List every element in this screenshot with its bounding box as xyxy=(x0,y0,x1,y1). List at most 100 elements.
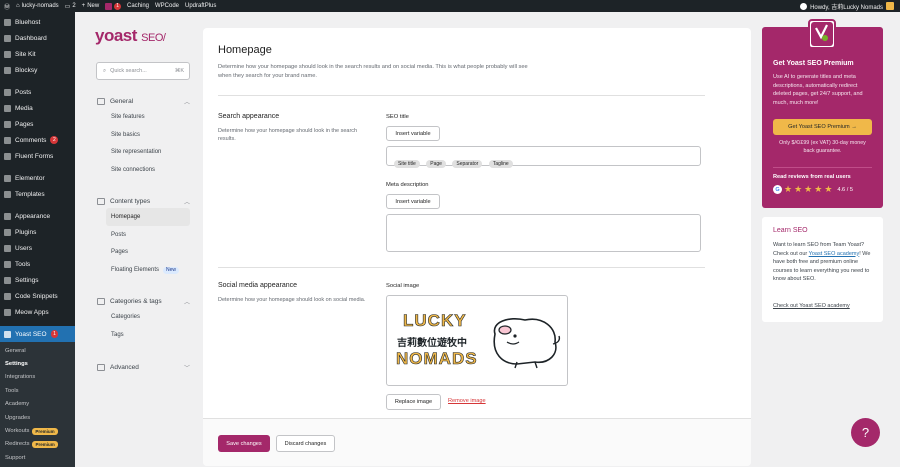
sidebar-item-settings[interactable]: Settings xyxy=(0,272,75,288)
quick-search-input[interactable]: ⌕ Quick search... ⌘K xyxy=(96,62,190,80)
submenu-item-tools[interactable]: Tools xyxy=(0,384,75,397)
sidebar-item-comments[interactable]: Comments 2 xyxy=(0,132,75,148)
chevron-up-icon: ︿ xyxy=(183,299,190,306)
rating-row[interactable]: G ★ ★ ★ ★ ★ 4.6 / 5 xyxy=(773,185,853,194)
divider xyxy=(773,167,872,168)
yoast-adminbar-link[interactable]: 1 xyxy=(105,2,121,10)
nav-item-homepage[interactable]: Homepage xyxy=(106,208,190,226)
sidebar-item-media[interactable]: Media xyxy=(0,100,75,116)
submenu-item-general[interactable]: General xyxy=(0,344,75,357)
nav-item-site-basics[interactable]: Site basics xyxy=(97,126,190,144)
submenu-item-workouts[interactable]: Workouts Premium xyxy=(0,424,75,437)
check-out-academy-link[interactable]: Check out Yoast SEO academy xyxy=(773,303,850,309)
submenu-item-academy[interactable]: Academy xyxy=(0,398,75,411)
learn-seo-text: Want to learn SEO from Team Yoast? Check… xyxy=(773,241,877,284)
sidebar-item-appearance[interactable]: Appearance xyxy=(0,208,75,224)
remove-image-link[interactable]: Remove image xyxy=(448,398,486,404)
nav-item-tags[interactable]: Tags xyxy=(97,326,190,344)
submenu-item-integrations[interactable]: Integrations xyxy=(0,371,75,384)
sidebar-item-pages[interactable]: Pages xyxy=(0,116,75,132)
submenu-item-support[interactable]: Support xyxy=(0,451,75,464)
help-button[interactable]: ? xyxy=(851,418,880,447)
caching-link[interactable]: Caching xyxy=(127,3,149,9)
discard-changes-button[interactable]: Discard changes xyxy=(276,435,335,452)
nav-item-floating-elements[interactable]: Floating Elements New xyxy=(97,261,190,279)
academy-link[interactable]: Yoast SEO academy xyxy=(809,251,860,257)
yoast-settings-nav: yoast SEO/ ⌕ Quick search... ⌘K General ︿… xyxy=(75,12,200,466)
get-premium-button[interactable]: Get Yoast SEO Premium → xyxy=(773,119,872,135)
variable-pill: Site title xyxy=(394,160,420,168)
nav-item-posts[interactable]: Posts xyxy=(97,226,190,244)
nav-group-header[interactable]: Content types ︿ xyxy=(97,194,190,208)
sidebar-item-tools[interactable]: Tools xyxy=(0,256,75,272)
premium-promo-card: Get Yoast SEO Premium Use AI to generate… xyxy=(762,19,883,208)
howdy-text: Howdy, 吉莉Lucky Nomads xyxy=(810,4,883,11)
sidebar-item-label: Site Kit xyxy=(15,50,36,58)
sidebar-item-label: Pages xyxy=(15,120,34,128)
sidebar-item-meow-apps[interactable]: Meow Apps xyxy=(0,304,75,320)
variable-pill: Separator xyxy=(452,160,483,168)
sidebar-item-dashboard[interactable]: Dashboard xyxy=(0,30,75,46)
sidebar-item-elementor[interactable]: Elementor xyxy=(0,170,75,186)
nav-group-general: General ︿ Site features Site basics Site … xyxy=(97,94,190,179)
home-icon: ⌂ xyxy=(16,3,20,9)
updraftplus-link[interactable]: UpdraftPlus xyxy=(185,3,216,9)
sidebar-item-bluehost[interactable]: Bluehost xyxy=(0,14,75,30)
media-icon xyxy=(4,104,11,112)
seo-title-field[interactable]: Site title Page Separator Tagline xyxy=(386,146,701,168)
sidebar-item-plugins[interactable]: Plugins xyxy=(0,224,75,240)
submenu-item-upgrades[interactable]: Upgrades xyxy=(0,411,75,424)
site-name-link[interactable]: ⌂ lucky-nomads xyxy=(16,3,59,9)
yoast-help-icon[interactable] xyxy=(800,2,808,10)
wpcode-link[interactable]: WPCode xyxy=(155,3,179,9)
submenu-item-settings[interactable]: Settings xyxy=(0,357,75,370)
nav-group-title: Content types xyxy=(110,197,151,205)
meta-description-label: Meta description xyxy=(386,182,429,188)
google-icon: G xyxy=(773,185,782,194)
templates-icon xyxy=(4,190,11,198)
comments-link[interactable]: ▭ 2 xyxy=(65,3,76,10)
sidebar-item-posts[interactable]: Posts xyxy=(0,84,75,100)
sidebar-menu: Bluehost Dashboard Site Kit Blocksy Post… xyxy=(0,12,75,467)
wordpress-logo-icon[interactable]: Ⓦ xyxy=(4,2,10,11)
save-changes-button[interactable]: Save changes xyxy=(218,435,270,452)
nav-item-categories[interactable]: Categories xyxy=(97,308,190,326)
nav-group-header[interactable]: Advanced ﹀ xyxy=(97,360,190,374)
nav-group-title: Categories & tags xyxy=(110,297,162,305)
sidebar-item-label: Meow Apps xyxy=(15,308,49,316)
sidebar-item-blocksy[interactable]: Blocksy xyxy=(0,62,75,78)
sidebar-item-templates[interactable]: Templates xyxy=(0,186,75,202)
rating-value: 4.6 / 5 xyxy=(837,186,853,193)
pig-mascot-icon xyxy=(493,318,561,369)
sidebar-item-sitekit[interactable]: Site Kit xyxy=(0,46,75,62)
sidebar-item-yoast-seo[interactable]: Yoast SEO 1 xyxy=(0,326,75,342)
plugin-icon xyxy=(4,228,11,236)
page-description: Determine how your homepage should look … xyxy=(218,64,528,79)
nav-item-site-features[interactable]: Site features xyxy=(97,108,190,126)
insert-variable-button[interactable]: Insert variable xyxy=(386,126,440,141)
sidebar-item-code-snippets[interactable]: Code Snippets xyxy=(0,288,75,304)
meta-insert-variable-button[interactable]: Insert variable xyxy=(386,194,440,209)
chevron-down-icon: ﹀ xyxy=(183,365,190,372)
replace-image-button[interactable]: Replace image xyxy=(386,394,441,410)
seo-title-variables: Site title Page Separator Tagline xyxy=(394,152,515,170)
sidebar-item-fluent-forms[interactable]: Fluent Forms xyxy=(0,148,75,164)
nav-group-header[interactable]: General ︿ xyxy=(97,94,190,108)
new-content-link[interactable]: + New xyxy=(82,3,100,9)
logo-text-lucky: LUCKY xyxy=(403,311,467,331)
search-appearance-desc: Determine how your homepage should look … xyxy=(218,128,358,142)
nav-group-header[interactable]: Categories & tags ︿ xyxy=(97,294,190,308)
divider xyxy=(218,95,705,96)
learn-seo-card: Learn SEO Want to learn SEO from Team Yo… xyxy=(762,217,883,322)
meta-description-field[interactable] xyxy=(386,214,701,252)
nav-item-pages[interactable]: Pages xyxy=(97,244,190,262)
sidebar-item-users[interactable]: Users xyxy=(0,240,75,256)
sidebar-item-label: Code Snippets xyxy=(15,292,58,300)
account-menu[interactable]: Howdy, 吉莉Lucky Nomads xyxy=(800,0,894,12)
sidebar-item-label: Plugins xyxy=(15,228,37,236)
social-image-preview[interactable]: LUCKY 吉莉數位遊牧中 NOMADS xyxy=(386,295,568,386)
admin-sidebar: Bluehost Dashboard Site Kit Blocksy Post… xyxy=(0,12,75,467)
submenu-item-redirects[interactable]: Redirects Premium xyxy=(0,438,75,451)
nav-item-site-representation[interactable]: Site representation xyxy=(97,144,190,162)
nav-item-site-connections[interactable]: Site connections xyxy=(97,161,190,179)
